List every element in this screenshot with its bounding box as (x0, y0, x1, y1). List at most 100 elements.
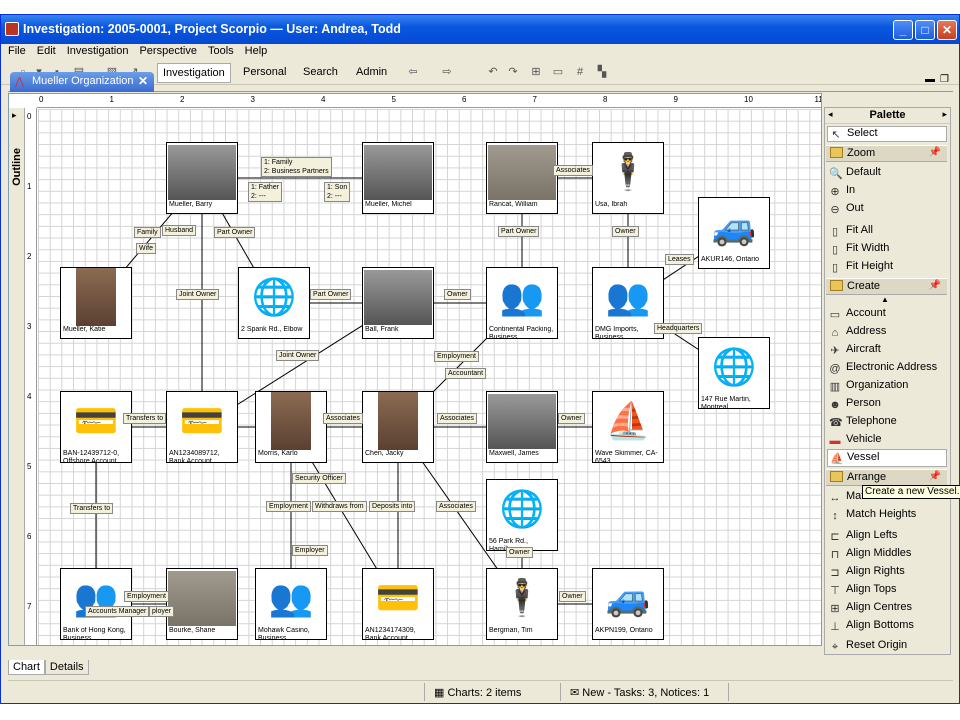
tab-details[interactable]: Details (44, 660, 89, 675)
link-label[interactable]: Part Owner (310, 289, 352, 300)
pin-icon[interactable]: 📌 (929, 280, 941, 291)
close-window-button[interactable]: ✕ (937, 20, 957, 40)
arrange-align-rights[interactable]: ⊐ Align Rights (829, 565, 904, 581)
status-tasks[interactable]: ✉ New - Tasks: 3, Notices: 1 (570, 686, 709, 699)
menu-perspective[interactable]: Perspective (132, 44, 200, 57)
link-label[interactable]: Leases (665, 254, 694, 265)
chart-canvas[interactable]: ▸ Outline 0 1 2 3 4 5 6 7 8 9 10 11 0 1 2 3 4 5 6 7 Muelle… (8, 93, 822, 646)
create-electronic-address[interactable]: @ Electronic Address (829, 361, 937, 377)
link-label[interactable]: Accounts Manager (85, 606, 150, 617)
create-organization[interactable]: ▥ Organization (829, 379, 909, 395)
create-account[interactable]: ▭ Account (829, 307, 886, 323)
zoom-default[interactable]: 🔍 Default (829, 166, 881, 182)
link-label[interactable]: Husband (162, 225, 197, 236)
entity-node[interactable]: ⛵ Wave Skimmer, CA-6543 (592, 391, 664, 465)
link-label[interactable]: Employment (434, 351, 479, 362)
arrange-align-middles[interactable]: ⊓ Align Middles (829, 547, 912, 563)
entity-node[interactable]: 🚙 AKUR146, Ontario (698, 197, 770, 269)
close-tab-icon[interactable]: ✕ (138, 74, 148, 88)
entity-node[interactable]: 👥 Continental Packing, Business (486, 267, 558, 341)
link-label[interactable]: Owner (506, 547, 533, 558)
link-label[interactable]: 1: Father 2: --- (248, 182, 283, 202)
link-label[interactable]: Associates (553, 165, 593, 176)
entity-node[interactable]: 🚙 AKPN199, Ontario (592, 568, 664, 640)
entity-node[interactable]: Mueller, Barry (166, 142, 238, 214)
entity-node[interactable]: 👥 Mohawk Casino, Business (255, 568, 327, 642)
link-label[interactable]: ployer (149, 606, 175, 617)
link-label[interactable]: Transfers to (70, 503, 114, 514)
entity-node[interactable]: 🌐 147 Rue Martin, Montreal (698, 337, 770, 411)
link-label[interactable]: Deposits into (369, 501, 416, 512)
entity-node[interactable]: 💳 BAN-12439712-0, Offshore Account (60, 391, 132, 465)
zoom-in[interactable]: ⊕ In (829, 184, 855, 200)
tab-mueller-organization[interactable]: ⋀ Mueller Organization ✕ (10, 72, 154, 92)
scroll-up-icon[interactable]: ▲ (881, 295, 889, 304)
entity-node[interactable]: 🕴 Bergman, Tim (486, 568, 558, 640)
tab-chart[interactable]: Chart (8, 660, 45, 675)
outline-arrow-icon[interactable]: ▸ (12, 110, 17, 121)
link-label[interactable]: Employer (292, 545, 328, 556)
entity-node[interactable]: Mueller, Michel (362, 142, 434, 214)
create-vehicle[interactable]: ▬ Vehicle (829, 433, 882, 449)
link-label[interactable]: Headquarters (654, 323, 703, 334)
maximize-button[interactable]: □ (915, 20, 935, 40)
link-label[interactable]: Security Officer (292, 473, 346, 484)
link-label[interactable]: 1: Family 2: Business Partners (261, 157, 332, 177)
link-label[interactable]: Employment (124, 591, 169, 602)
link-label[interactable]: Associates (436, 501, 476, 512)
entity-node[interactable]: Rancat, William (486, 142, 558, 214)
drawer-create[interactable]: Create 📌 (826, 278, 947, 295)
link-label[interactable]: Family (134, 227, 161, 238)
create-telephone[interactable]: ☎ Telephone (829, 415, 897, 431)
link-label[interactable]: Transfers to (123, 413, 167, 424)
create-address[interactable]: ⌂ Address (829, 325, 887, 341)
menu-investigation[interactable]: Investigation (60, 44, 133, 57)
entity-node[interactable]: Ball, Frank (362, 267, 434, 339)
entity-node[interactable]: 👥 Bank of Hong Kong, Business (60, 568, 132, 642)
zoom-fit-width[interactable]: ▯ Fit Width (829, 242, 889, 258)
arrange-align-centres[interactable]: ⊞ Align Centres (829, 601, 912, 617)
link-label[interactable]: Part Owner (498, 226, 540, 237)
menu-tools[interactable]: Tools (201, 44, 238, 57)
create-aircraft[interactable]: ✈ Aircraft (829, 343, 880, 359)
link-label[interactable]: Owner (612, 226, 639, 237)
minimize-view-icon[interactable]: ▬ (925, 74, 935, 85)
entity-node[interactable]: 🕴 Usa, Ibrah (592, 142, 664, 214)
link-label[interactable]: Owner (558, 413, 585, 424)
zoom-fit-height[interactable]: ▯ Fit Height (829, 260, 893, 276)
arrange-match-heights[interactable]: ↕ Match Heights (829, 508, 916, 524)
drawer-zoom[interactable]: Zoom 📌 (826, 145, 947, 162)
zoom-fit-all[interactable]: ▯ Fit All (829, 224, 873, 240)
link-label[interactable]: Joint Owner (176, 289, 220, 300)
entity-node[interactable]: Maxwell, James (486, 391, 558, 463)
entity-node[interactable]: Mueller, Katie (60, 267, 132, 339)
maximize-view-icon[interactable]: ❐ (940, 74, 949, 85)
link-label[interactable]: 1: Son 2: --- (324, 182, 351, 202)
link-label[interactable]: Owner (559, 591, 586, 602)
entity-node[interactable]: Bourke, Shane (166, 568, 238, 640)
minimize-button[interactable]: _ (893, 20, 913, 40)
link-label[interactable]: Withdraws from (312, 501, 367, 512)
link-label[interactable]: Wife (136, 243, 156, 254)
drawer-arrange[interactable]: Arrange 📌 (826, 469, 947, 486)
link-label[interactable]: Joint Owner (276, 350, 320, 361)
palette-expand-icon[interactable]: ▸ (942, 109, 947, 120)
zoom-out[interactable]: ⊖ Out (829, 202, 863, 218)
entity-node[interactable]: Morris, Karlo (255, 391, 327, 463)
create-vessel[interactable]: ⛵ Vessel (827, 449, 947, 467)
arrange-align-lefts[interactable]: ⊏ Align Lefts (829, 529, 897, 545)
palette-collapse-icon[interactable]: ◂ (828, 109, 833, 120)
palette-select[interactable]: ↖ Select (827, 126, 947, 142)
link-label[interactable]: Associates (323, 413, 363, 424)
create-person[interactable]: ☻ Person (829, 397, 881, 413)
entity-node[interactable]: 🌐 2 Spank Rd., Elbow (238, 267, 310, 339)
link-label[interactable]: Owner (444, 289, 471, 300)
entity-node[interactable]: Chen, Jacky (362, 391, 434, 463)
entity-node[interactable]: 🌐 56 Park Rd., Hamilton (486, 479, 558, 553)
link-label[interactable]: Associates (437, 413, 477, 424)
arrange-align-bottoms[interactable]: ⊥ Align Bottoms (829, 619, 914, 635)
menu-help[interactable]: Help (238, 44, 272, 57)
arrange-align-tops[interactable]: ⊤ Align Tops (829, 583, 896, 599)
menu-file[interactable]: File (1, 44, 30, 57)
pin-icon[interactable]: 📌 (929, 471, 941, 482)
